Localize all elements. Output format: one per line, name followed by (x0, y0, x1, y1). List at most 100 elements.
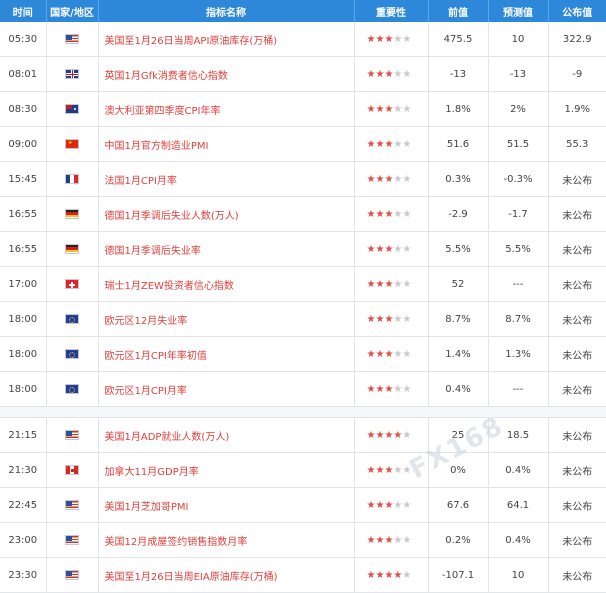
row-actual: 未公布 (548, 557, 606, 593)
row-forecast: --- (488, 371, 549, 407)
row-importance: ★★★★★ (354, 161, 429, 197)
row-time: 23:00 (0, 522, 47, 558)
row-actual: 未公布 (548, 266, 606, 302)
row-actual: 未公布 (548, 231, 606, 267)
row-indicator-name[interactable]: 欧元区12月失业率 (98, 301, 355, 337)
row-forecast: 18.5 (488, 417, 549, 453)
row-actual: 未公布 (548, 196, 606, 232)
row-forecast: 10 (488, 557, 549, 593)
table-row[interactable]: 08:01 英国1月Gfk消费者信心指数 ★★★★★ -13 -13 -9 (0, 56, 606, 92)
us-flag-icon (65, 429, 79, 440)
header-name[interactable]: 指标名称 (98, 0, 355, 22)
row-time: 18:00 (0, 336, 47, 372)
row-previous: 25 (428, 417, 489, 453)
row-forecast: 8.7% (488, 301, 549, 337)
row-region (46, 22, 99, 57)
row-previous: 0.4% (428, 371, 489, 407)
table-row[interactable]: 21:15 美国1月ADP就业人数(万人) ★★★★★ 25 18.5 未公布 (0, 417, 606, 453)
row-indicator-name[interactable]: 澳大利亚第四季度CPI年率 (98, 91, 355, 127)
row-indicator-name[interactable]: 德国1月季调后失业人数(万人) (98, 196, 355, 232)
header-importance[interactable]: 重要性 (354, 0, 429, 22)
table-row[interactable]: 23:30 美国至1月26日当周EIA原油库存(万桶) ★★★★★ -107.1 10 未… (0, 557, 606, 593)
row-forecast: 0.4% (488, 452, 549, 488)
header-previous[interactable]: 前值 (428, 0, 489, 22)
row-indicator-name[interactable]: 美国至1月26日当周EIA原油库存(万桶) (98, 557, 355, 593)
table-row[interactable]: 05:30 美国至1月26日当周API原油库存(万桶) ★★★★★ 475.5 10 32… (0, 22, 606, 57)
table-row[interactable]: 18:00 欧元区1月CPI月率 ★★★★★ 0.4% --- 未公布 (0, 371, 606, 407)
table-row[interactable]: 21:30 加拿大11月GDP月率 ★★★★★ 0% 0.4% 未公布 (0, 452, 606, 488)
row-forecast: -1.7 (488, 196, 549, 232)
table-row[interactable]: 16:55 德国1月季调后失业人数(万人) ★★★★★ -2.9 -1.7 未公布 (0, 196, 606, 232)
row-indicator-name[interactable]: 加拿大11月GDP月率 (98, 452, 355, 488)
us-flag-icon (65, 33, 79, 44)
row-actual: 未公布 (548, 336, 606, 372)
table-row[interactable]: 23:00 美国12月成屋签约销售指数月率 ★★★★★ 0.2% 0.4% 未公布 (0, 522, 606, 558)
row-importance: ★★★★★ (354, 266, 429, 302)
star-icon: ★ (402, 499, 412, 511)
row-forecast: -0.3% (488, 161, 549, 197)
row-indicator-name[interactable]: 法国1月CPI月率 (98, 161, 355, 197)
row-region: ★ (46, 126, 99, 162)
row-forecast: 64.1 (488, 487, 549, 523)
row-time: 23:30 (0, 557, 47, 593)
table-row[interactable]: 09:00 ★ 中国1月官方制造业PMI ★★★★★ 51.6 51.5 55.3 (0, 126, 606, 162)
row-indicator-name[interactable]: 中国1月官方制造业PMI (98, 126, 355, 162)
header-forecast[interactable]: 预测值 (488, 0, 549, 22)
row-importance: ★★★★★ (354, 336, 429, 372)
row-previous: -107.1 (428, 557, 489, 593)
star-icon: ★ (402, 243, 412, 255)
separator-cell (0, 406, 606, 418)
row-importance: ★★★★★ (354, 231, 429, 267)
row-indicator-name[interactable]: 美国1月芝加哥PMI (98, 487, 355, 523)
us-flag-icon (65, 499, 79, 510)
table-row[interactable]: 16:55 德国1月季调后失业率 ★★★★★ 5.5% 5.5% 未公布 (0, 231, 606, 267)
row-previous: -13 (428, 56, 489, 92)
row-importance: ★★★★★ (354, 417, 429, 453)
row-previous: 1.8% (428, 91, 489, 127)
row-time: 15:45 (0, 161, 47, 197)
header-region[interactable]: 国家/地区 (46, 0, 99, 22)
header-time[interactable]: 时间 (0, 0, 47, 22)
table-row[interactable]: 18:00 欧元区1月CPI年率初值 ★★★★★ 1.4% 1.3% 未公布 (0, 336, 606, 372)
row-region (46, 91, 99, 127)
row-region (46, 266, 99, 302)
row-region (46, 161, 99, 197)
ch-flag-icon (65, 278, 79, 289)
header-actual[interactable]: 公布值 (548, 0, 606, 22)
row-importance: ★★★★★ (354, 91, 429, 127)
eu-flag-icon (65, 313, 79, 324)
row-previous: 5.5% (428, 231, 489, 267)
table-row[interactable]: 15:45 法国1月CPI月率 ★★★★★ 0.3% -0.3% 未公布 (0, 161, 606, 197)
star-icon: ★ (402, 103, 412, 115)
row-time: 18:00 (0, 371, 47, 407)
row-indicator-name[interactable]: 欧元区1月CPI月率 (98, 371, 355, 407)
row-forecast: 10 (488, 22, 549, 57)
row-forecast: 0.4% (488, 522, 549, 558)
row-importance: ★★★★★ (354, 196, 429, 232)
row-indicator-name[interactable]: 欧元区1月CPI年率初值 (98, 336, 355, 372)
table-row[interactable]: 18:00 欧元区12月失业率 ★★★★★ 8.7% 8.7% 未公布 (0, 301, 606, 337)
row-actual: 未公布 (548, 487, 606, 523)
row-indicator-name[interactable]: 德国1月季调后失业率 (98, 231, 355, 267)
row-indicator-name[interactable]: 英国1月Gfk消费者信心指数 (98, 56, 355, 92)
row-indicator-name[interactable]: 美国至1月26日当周API原油库存(万桶) (98, 22, 355, 57)
row-indicator-name[interactable]: 美国1月ADP就业人数(万人) (98, 417, 355, 453)
ca-flag-icon (65, 464, 79, 475)
de-flag-icon (65, 243, 79, 254)
row-importance: ★★★★★ (354, 487, 429, 523)
table-row[interactable]: 17:00 瑞士1月ZEW投资者信心指数 ★★★★★ 52 --- 未公布 (0, 266, 606, 302)
row-forecast: 51.5 (488, 126, 549, 162)
star-icon: ★ (402, 313, 412, 325)
row-actual: 未公布 (548, 452, 606, 488)
row-region (46, 522, 99, 558)
table-row[interactable]: 22:45 美国1月芝加哥PMI ★★★★★ 67.6 64.1 未公布 (0, 487, 606, 523)
row-time: 08:01 (0, 56, 47, 92)
row-region (46, 417, 99, 453)
star-icon: ★ (402, 348, 412, 360)
section-separator (0, 406, 606, 418)
table-row[interactable]: 08:30 澳大利亚第四季度CPI年率 ★★★★★ 1.8% 2% 1.9% (0, 91, 606, 127)
row-time: 09:00 (0, 126, 47, 162)
row-time: 08:30 (0, 91, 47, 127)
row-indicator-name[interactable]: 瑞士1月ZEW投资者信心指数 (98, 266, 355, 302)
row-indicator-name[interactable]: 美国12月成屋签约销售指数月率 (98, 522, 355, 558)
